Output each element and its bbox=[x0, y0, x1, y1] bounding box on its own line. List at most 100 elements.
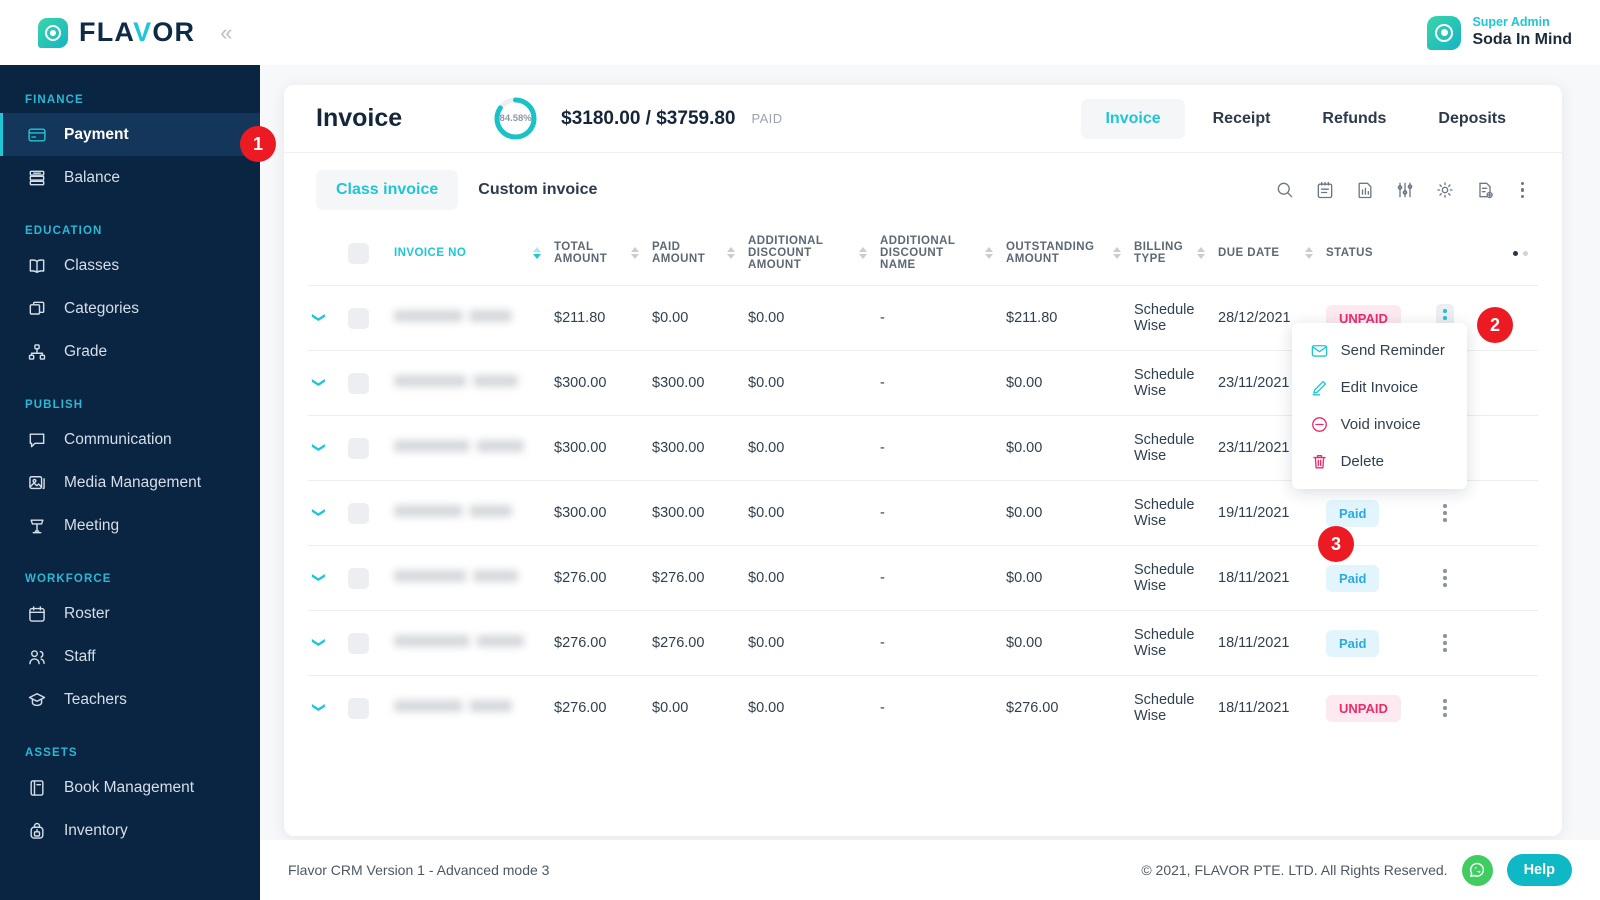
sidebar-item-staff[interactable]: Staff bbox=[0, 635, 260, 678]
sort-toggle-additional-discount-name[interactable] bbox=[985, 247, 994, 259]
row-select[interactable] bbox=[342, 610, 388, 676]
gear-icon[interactable] bbox=[1435, 180, 1456, 201]
th-expander bbox=[308, 227, 342, 286]
notes-icon[interactable] bbox=[1315, 180, 1336, 201]
th-label: PAID AMOUNT bbox=[652, 241, 706, 265]
sort-toggle-additional-discount-amount[interactable] bbox=[859, 247, 868, 259]
redacted-invoice-number bbox=[394, 440, 524, 452]
cell-invoice-no bbox=[388, 285, 548, 351]
sort-toggle-paid-amount[interactable] bbox=[727, 247, 736, 259]
whatsapp-icon[interactable] bbox=[1461, 854, 1493, 886]
row-checkbox[interactable] bbox=[348, 697, 369, 719]
sort-toggle-invoice-no[interactable] bbox=[533, 247, 542, 259]
th-total-amount[interactable]: TOTAL AMOUNT bbox=[548, 227, 646, 286]
row-checkbox[interactable] bbox=[348, 437, 369, 459]
cell-row-actions[interactable] bbox=[1430, 480, 1538, 546]
row-select[interactable] bbox=[342, 350, 388, 416]
subtab-custom-invoice[interactable]: Custom invoice bbox=[458, 170, 617, 210]
table-row[interactable]: ❯ $276.00 $276.00 $0.00- $0.00 Schedule Wise 1… bbox=[308, 610, 1538, 676]
sidebar-item-categories[interactable]: Categories bbox=[0, 287, 260, 330]
th-invoice-no[interactable]: INVOICE NO bbox=[388, 227, 548, 286]
row-expander[interactable]: ❯ bbox=[308, 610, 342, 676]
sort-toggle-outstanding-amount[interactable] bbox=[1113, 247, 1122, 259]
row-checkbox[interactable] bbox=[348, 502, 369, 524]
th-select-all[interactable] bbox=[342, 227, 388, 286]
chevron-down-icon[interactable]: ❯ bbox=[312, 702, 327, 713]
row-actions-menu-icon[interactable] bbox=[1436, 564, 1454, 592]
cell-row-actions[interactable] bbox=[1430, 610, 1538, 676]
sidebar-item-media-management[interactable]: Media Management bbox=[0, 461, 260, 504]
brand-prefix: FLA bbox=[79, 17, 134, 47]
row-expander[interactable]: ❯ bbox=[308, 350, 342, 416]
th-paid-amount[interactable]: PAID AMOUNT bbox=[646, 227, 742, 286]
row-expander[interactable]: ❯ bbox=[308, 675, 342, 730]
row-actions-menu-icon[interactable] bbox=[1436, 629, 1454, 657]
row-select[interactable] bbox=[342, 415, 388, 481]
chevron-down-icon[interactable]: ❯ bbox=[312, 442, 327, 453]
row-select[interactable] bbox=[342, 285, 388, 351]
th-additional-discount-amount[interactable]: ADDITIONAL DISCOUNT AMOUNT bbox=[742, 227, 874, 286]
menu-item-edit-invoice[interactable]: Edit Invoice bbox=[1292, 369, 1467, 406]
table-row[interactable]: ❯ $276.00 $276.00 $0.00- $0.00 Schedule Wise 1… bbox=[308, 545, 1538, 611]
help-button[interactable]: Help bbox=[1506, 854, 1572, 886]
row-checkbox[interactable] bbox=[348, 307, 369, 329]
th-billing-type[interactable]: BILLING TYPE bbox=[1128, 227, 1212, 286]
row-expander[interactable]: ❯ bbox=[308, 285, 342, 351]
chevron-down-icon[interactable]: ❯ bbox=[312, 637, 327, 648]
sidebar-item-payment[interactable]: Payment bbox=[0, 113, 260, 156]
select-all-checkbox[interactable] bbox=[348, 242, 369, 264]
sidebar-item-inventory[interactable]: Inventory bbox=[0, 809, 260, 852]
sidebar-item-communication[interactable]: Communication bbox=[0, 418, 260, 461]
tab-invoice[interactable]: Invoice bbox=[1081, 98, 1185, 139]
sort-toggle-due-date[interactable] bbox=[1305, 247, 1314, 259]
user-area[interactable]: Super Admin Soda In Mind bbox=[1427, 15, 1600, 51]
menu-item-send-reminder[interactable]: Send Reminder bbox=[1292, 332, 1467, 369]
sidebar-item-grade[interactable]: Grade bbox=[0, 330, 260, 373]
amount-state-label: PAID bbox=[751, 111, 783, 126]
chevron-down-icon[interactable]: ❯ bbox=[312, 572, 327, 583]
th-due-date[interactable]: DUE DATE bbox=[1212, 227, 1320, 286]
sidebar-item-classes[interactable]: Classes bbox=[0, 244, 260, 287]
th-label: OUTSTANDING AMOUNT bbox=[1006, 241, 1095, 265]
row-checkbox[interactable] bbox=[348, 632, 369, 654]
tab-deposits[interactable]: Deposits bbox=[1414, 99, 1530, 139]
row-expander[interactable]: ❯ bbox=[308, 545, 342, 611]
sidebar-item-roster[interactable]: Roster bbox=[0, 592, 260, 635]
vertical-dots-icon[interactable] bbox=[1515, 180, 1530, 200]
chevron-down-icon[interactable]: ❯ bbox=[312, 507, 327, 518]
chevron-down-icon[interactable]: ❯ bbox=[312, 312, 327, 323]
search-icon[interactable] bbox=[1275, 180, 1296, 201]
menu-item-delete[interactable]: Delete bbox=[1292, 443, 1467, 480]
row-select[interactable] bbox=[342, 675, 388, 730]
menu-item-void-invoice[interactable]: Void invoice bbox=[1292, 406, 1467, 443]
row-expander[interactable]: ❯ bbox=[308, 415, 342, 481]
tab-receipt[interactable]: Receipt bbox=[1189, 99, 1295, 139]
cell-row-actions[interactable] bbox=[1430, 675, 1538, 730]
th-additional-discount-name[interactable]: ADDITIONAL DISCOUNT NAME bbox=[874, 227, 1000, 286]
row-checkbox[interactable] bbox=[348, 567, 369, 589]
table-row[interactable]: ❯ $300.00 $300.00 $0.00- $0.00 Schedule Wise 1… bbox=[308, 480, 1538, 546]
sidebar-item-teachers[interactable]: Teachers bbox=[0, 678, 260, 721]
row-checkbox[interactable] bbox=[348, 372, 369, 394]
sidebar-item-balance[interactable]: Balance bbox=[0, 156, 260, 199]
th-outstanding-amount[interactable]: OUTSTANDING AMOUNT bbox=[1000, 227, 1128, 286]
sidebar-item-meeting[interactable]: Meeting bbox=[0, 504, 260, 547]
row-actions-menu-icon[interactable] bbox=[1436, 694, 1454, 722]
row-select[interactable] bbox=[342, 480, 388, 546]
sidebar-item-book-management[interactable]: Book Management bbox=[0, 766, 260, 809]
document-add-icon[interactable] bbox=[1475, 180, 1496, 201]
sort-toggle-total-amount[interactable] bbox=[631, 247, 640, 259]
row-expander[interactable]: ❯ bbox=[308, 480, 342, 546]
table-row[interactable]: ❯ $276.00 $0.00 $0.00- $276.00 Schedule Wise 1… bbox=[308, 675, 1538, 730]
chevrons-left-icon[interactable]: « bbox=[220, 21, 232, 44]
report-icon[interactable] bbox=[1355, 180, 1376, 201]
row-select[interactable] bbox=[342, 545, 388, 611]
row-actions-menu-icon[interactable] bbox=[1436, 499, 1454, 527]
subtab-class-invoice[interactable]: Class invoice bbox=[316, 170, 459, 210]
cell-row-actions[interactable] bbox=[1430, 545, 1538, 611]
sort-toggle-billing-type[interactable] bbox=[1197, 247, 1206, 259]
brand-logo[interactable]: FLAVOR « bbox=[0, 17, 265, 48]
filter-sliders-icon[interactable] bbox=[1395, 180, 1416, 201]
tab-refunds[interactable]: Refunds bbox=[1298, 99, 1410, 139]
chevron-down-icon[interactable]: ❯ bbox=[312, 377, 327, 388]
